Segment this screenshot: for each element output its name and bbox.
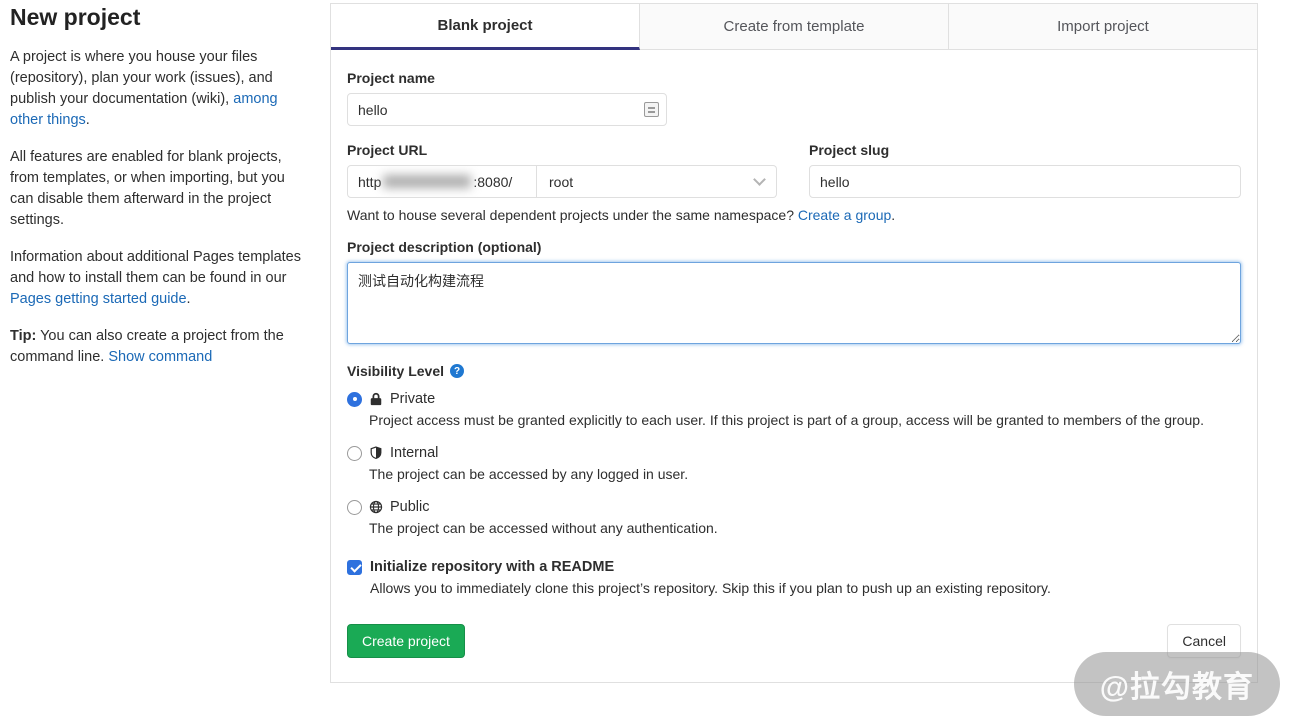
visibility-option-internal: Internal The project can be accessed by …: [347, 445, 1241, 485]
namespace-help-text: Want to house several dependent projects…: [347, 207, 1241, 223]
tip-label: Tip:: [10, 328, 36, 344]
radio-internal[interactable]: [347, 446, 362, 461]
visibility-name: Public: [390, 499, 430, 515]
visibility-option-private: Private Project access must be granted e…: [347, 391, 1241, 431]
tab-create-from-template[interactable]: Create from template: [640, 4, 949, 49]
project-slug-input[interactable]: [809, 165, 1241, 198]
project-name-input[interactable]: [347, 93, 667, 126]
visibility-desc: Project access must be granted explicitl…: [369, 410, 1229, 431]
visibility-name: Internal: [390, 445, 438, 461]
visibility-option-internal-row[interactable]: Internal: [347, 445, 1241, 461]
help-icon[interactable]: ?: [450, 364, 464, 378]
radio-public[interactable]: [347, 500, 362, 515]
tip-paragraph: Tip: You can also create a project from …: [10, 326, 312, 368]
tab-blank-project[interactable]: Blank project: [331, 4, 640, 50]
project-url-label: Project URL: [347, 142, 777, 158]
readme-desc: Allows you to immediately clone this pro…: [370, 580, 1241, 596]
lock-icon: [369, 392, 383, 406]
pages-paragraph: Information about additional Pages templ…: [10, 247, 312, 310]
visibility-option-public-row[interactable]: Public: [347, 499, 1241, 515]
watermark: @拉勾教育: [1074, 652, 1280, 716]
sidebar: New project A project is where you house…: [10, 4, 312, 384]
project-name-label: Project name: [347, 70, 1241, 86]
visibility-desc: The project can be accessed by any logge…: [369, 464, 1229, 485]
project-description-label: Project description (optional): [347, 239, 1241, 255]
shield-icon: [369, 446, 383, 460]
project-type-tabs: Blank project Create from template Impor…: [331, 4, 1257, 50]
create-project-button[interactable]: Create project: [347, 624, 465, 658]
page-title: New project: [10, 4, 312, 31]
intro-paragraph: A project is where you house your files …: [10, 47, 312, 131]
namespace-select[interactable]: root: [537, 165, 777, 198]
visibility-desc: The project can be accessed without any …: [369, 518, 1229, 539]
pages-period: .: [187, 291, 191, 307]
features-paragraph: All features are enabled for blank proje…: [10, 147, 312, 231]
namespace-help-period: .: [891, 207, 895, 223]
project-url-prefix: http :8080/: [347, 165, 537, 198]
readme-checkbox[interactable]: [347, 560, 362, 575]
radio-private[interactable]: [347, 392, 362, 407]
new-project-panel: Blank project Create from template Impor…: [330, 3, 1258, 683]
visibility-level-label: Visibility Level: [347, 363, 444, 379]
url-prefix-text: http: [358, 174, 381, 190]
tab-import-project[interactable]: Import project: [949, 4, 1257, 49]
blank-project-form: Project name Project URL http :8080/ root: [331, 50, 1257, 674]
pages-guide-link[interactable]: Pages getting started guide: [10, 291, 187, 307]
pages-text: Information about additional Pages templ…: [10, 249, 301, 286]
namespace-selected-value: root: [549, 174, 573, 190]
visibility-option-private-row[interactable]: Private: [347, 391, 1241, 407]
project-description-textarea[interactable]: 测试自动化构建流程: [347, 262, 1241, 344]
url-redacted-blur: [383, 175, 471, 188]
show-command-link[interactable]: Show command: [108, 349, 212, 365]
readme-label: Initialize repository with a README: [370, 559, 614, 575]
form-fill-extension-icon[interactable]: [644, 102, 659, 117]
url-suffix-text: :8080/: [473, 174, 512, 190]
globe-icon: [369, 500, 383, 514]
create-group-link[interactable]: Create a group: [798, 207, 891, 223]
project-slug-label: Project slug: [809, 142, 1241, 158]
visibility-name: Private: [390, 391, 435, 407]
chevron-down-icon: [753, 173, 766, 186]
namespace-help-pre: Want to house several dependent projects…: [347, 207, 798, 223]
visibility-option-public: Public The project can be accessed witho…: [347, 499, 1241, 539]
intro-period: .: [86, 112, 90, 128]
